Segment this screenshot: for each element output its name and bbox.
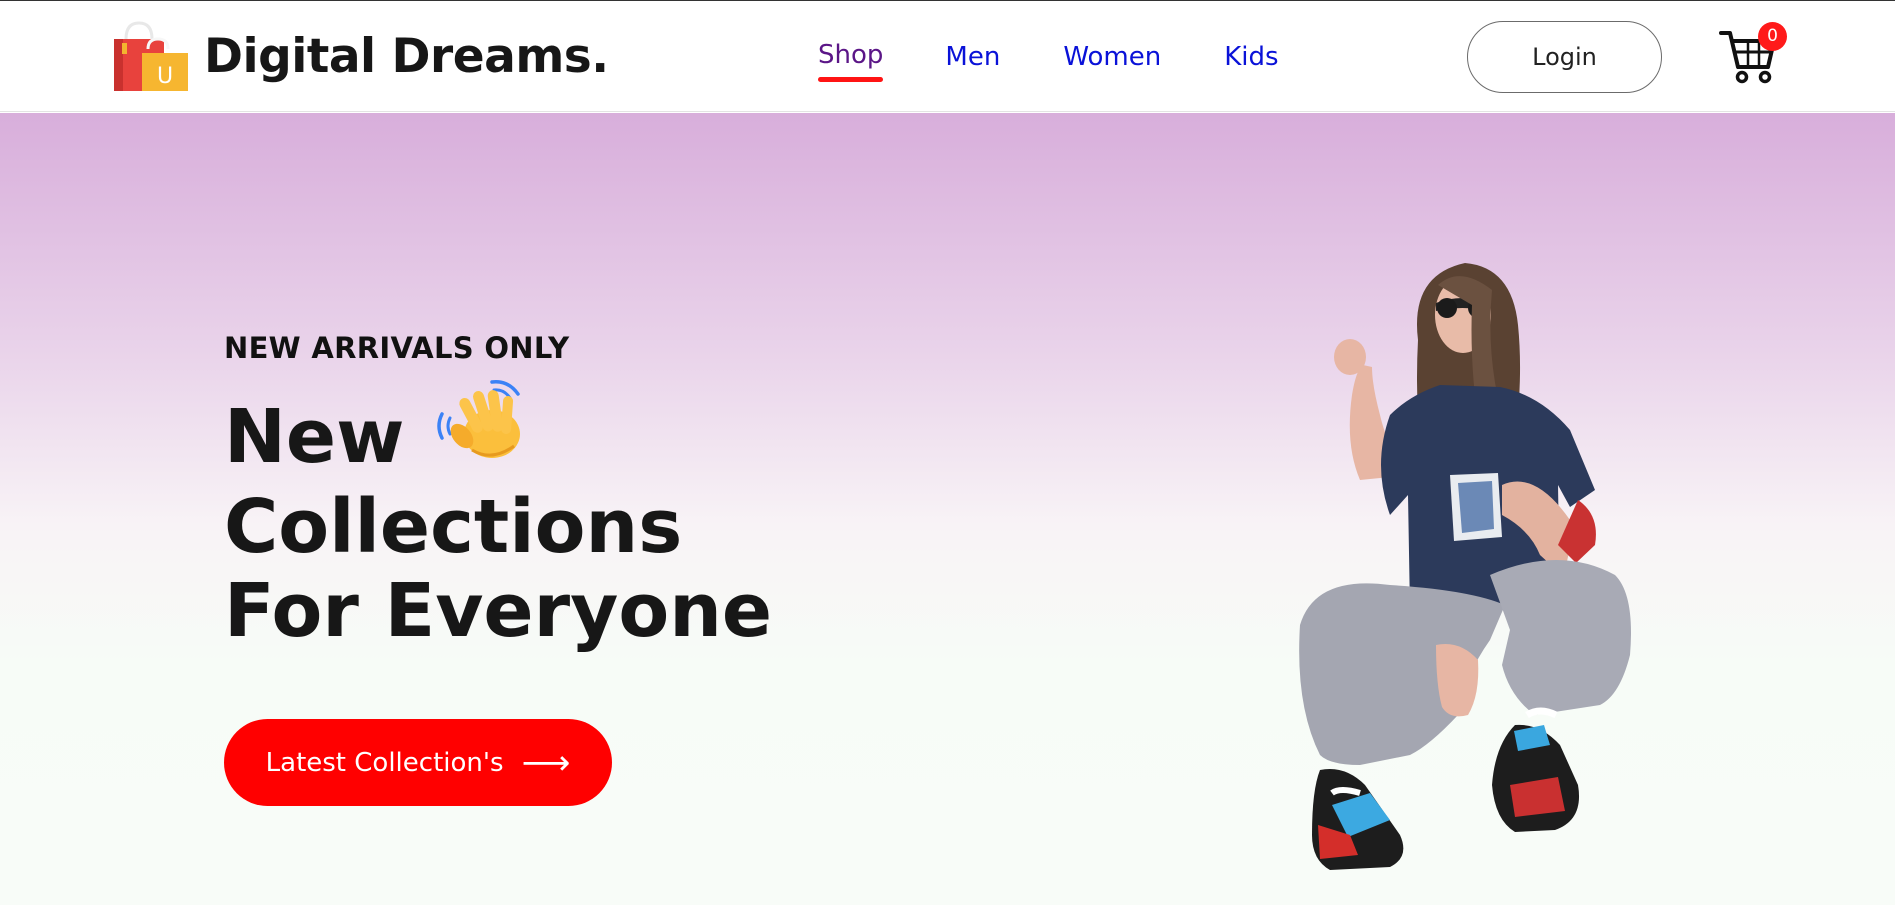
nav-item-women[interactable]: Women — [1063, 41, 1161, 73]
hero-model-image — [1240, 245, 1710, 905]
latest-collections-button[interactable]: Latest Collection's ⟶ — [224, 719, 612, 806]
cta-label: Latest Collection's — [265, 747, 504, 778]
headline-line-3: For Everyone — [224, 567, 773, 654]
logo[interactable]: U Digital Dreams. — [112, 19, 609, 93]
nav-item-label: Women — [1063, 42, 1162, 72]
shopping-bags-icon: U — [114, 21, 188, 91]
svg-text:U: U — [157, 64, 173, 89]
nav-item-kids[interactable]: Kids — [1224, 41, 1278, 73]
cart-count-badge: 0 — [1758, 22, 1787, 51]
cart-button[interactable]: 0 — [1718, 22, 1788, 85]
nav-item-label: Men — [945, 42, 1001, 72]
navbar: U Digital Dreams. Shop Men Women Kids Lo… — [0, 1, 1895, 112]
hero-section: NEW ARRIVALS ONLY New Collections For Ev… — [0, 113, 1895, 905]
hero-eyebrow: NEW ARRIVALS ONLY — [224, 331, 570, 365]
hero-headline: New Collections For Everyone — [224, 379, 773, 654]
brand-name: Digital Dreams. — [204, 28, 609, 84]
headline-line-2: Collections — [224, 483, 683, 570]
nav-item-label: Shop — [818, 40, 884, 70]
nav-item-label: Kids — [1224, 42, 1279, 72]
login-button[interactable]: Login — [1467, 21, 1662, 93]
arrow-right-icon: ⟶ — [521, 742, 571, 783]
nav-item-men[interactable]: Men — [945, 41, 1000, 73]
waving-hand-icon — [432, 376, 532, 485]
active-indicator — [818, 77, 884, 82]
nav-item-shop[interactable]: Shop — [818, 39, 884, 82]
headline-text-1: New — [224, 394, 405, 480]
main-menu: Shop Men Women Kids — [818, 39, 1279, 82]
headline-line-1: New — [224, 379, 772, 485]
